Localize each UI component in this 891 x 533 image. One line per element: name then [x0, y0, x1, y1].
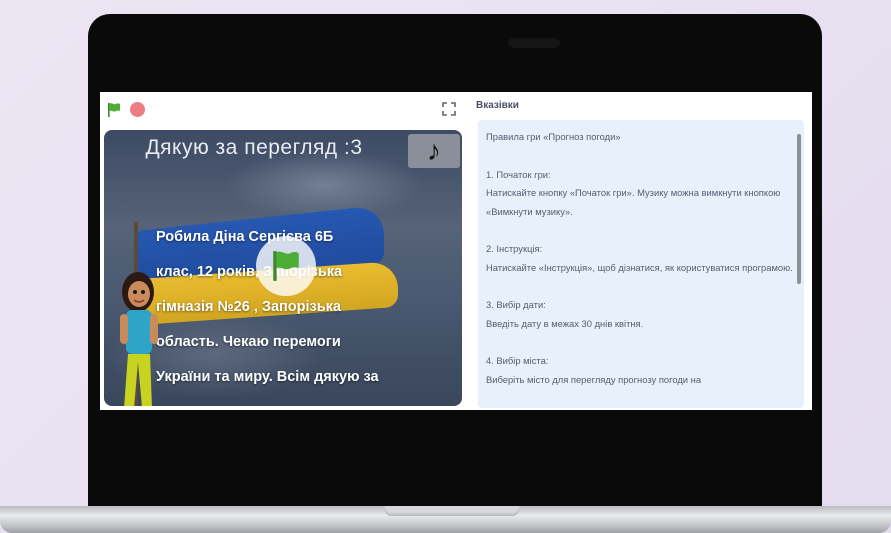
scrollbar-thumb[interactable] [797, 134, 801, 284]
section-title: 4. Вибір міста: [486, 355, 549, 366]
section-text: Натискайте «Інструкція», щоб дізнатися, … [486, 261, 793, 273]
panel-header: Вказівки [476, 100, 519, 111]
scratch-project-player: Дякую за перегляд :3 ♪ Робила Діна Сергі… [100, 92, 812, 410]
section-text: Виберіть місто для перегляду прогнозу по… [486, 373, 702, 385]
section-title: 2. Інструкція: [486, 243, 543, 254]
cloud [224, 150, 424, 220]
instructions-body[interactable]: Правила гри «Прогноз погоди» 1. Початок … [478, 120, 804, 408]
instructions-intro: Правила гри «Прогноз погоди» [486, 131, 621, 142]
stage-toolbar [100, 92, 470, 128]
section-title: 1. Початок гри: [486, 168, 551, 180]
music-toggle-button[interactable]: ♪ [408, 134, 460, 168]
start-overlay-button[interactable] [256, 236, 316, 296]
instructions-panel: Вказівки Правила гри «Прогноз погоди» 1.… [472, 92, 812, 410]
section-text: Введіть дату в межах 30 днів квітня. [486, 317, 644, 329]
laptop-notch [384, 506, 520, 516]
green-flag-icon[interactable] [106, 102, 122, 118]
girl-sprite [120, 272, 158, 406]
credits-line: України та миру. Всім дякую за [156, 369, 379, 385]
webcam [508, 38, 560, 48]
stage[interactable]: Дякую за перегляд :3 ♪ Робила Діна Сергі… [104, 130, 462, 406]
section-text: Натискайте кнопку «Початок гри». Музику … [486, 187, 781, 217]
stop-button[interactable] [130, 102, 145, 117]
stage-title: Дякую за перегляд :3 [145, 136, 363, 159]
section-title: 3. Вибір дати: [486, 299, 546, 310]
green-flag-icon [273, 251, 299, 281]
fullscreen-icon[interactable] [442, 102, 456, 116]
credits-line: область. Чекаю перемоги [156, 334, 341, 350]
scrollbar[interactable] [796, 126, 802, 402]
music-note-icon: ♪ [427, 135, 441, 166]
